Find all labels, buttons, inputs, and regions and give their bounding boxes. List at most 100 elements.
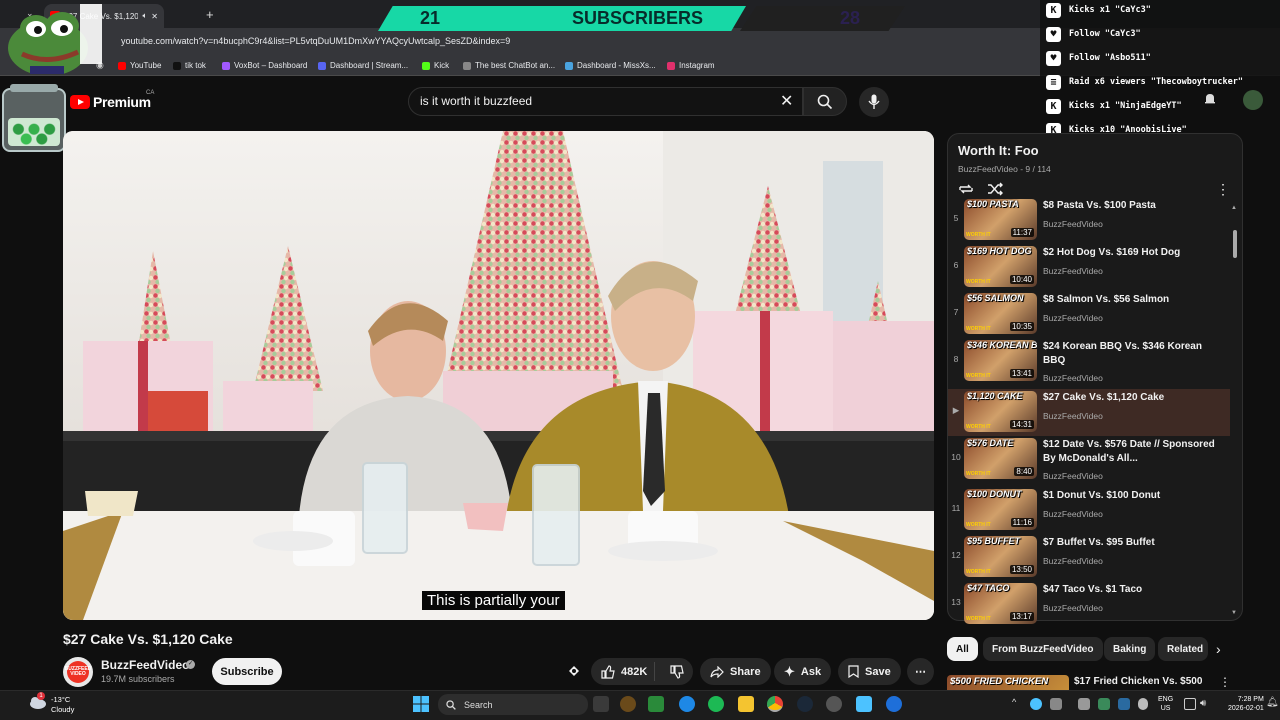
- mute-icon[interactable]: 🔈︎: [142, 11, 147, 21]
- save-button[interactable]: Save: [838, 658, 901, 685]
- filter-chip[interactable]: Baking: [1104, 637, 1156, 661]
- tray-microphone-icon[interactable]: [1138, 698, 1148, 710]
- playlist-item[interactable]: 10 $576 DATE WORTH IT 8:40 $12 Date Vs. $576…: [948, 436, 1230, 483]
- loop-icon[interactable]: [958, 181, 974, 197]
- ask-button[interactable]: ✦ Ask: [774, 658, 832, 685]
- video-player[interactable]: [63, 131, 934, 620]
- playlist-item-title: $2 Hot Dog Vs. $169 Hot Dog: [1043, 247, 1181, 258]
- bookmark-item[interactable]: Dashboard - MissXs...: [565, 61, 656, 70]
- taskbar-search-icon: [446, 699, 456, 710]
- filter-chip[interactable]: All: [947, 637, 978, 661]
- taskbar-clock[interactable]: 7:28 PM 2026-02-01: [1228, 695, 1264, 713]
- wifi-icon[interactable]: [1184, 698, 1196, 710]
- edge-browser-icon[interactable]: [679, 696, 695, 712]
- app-icon[interactable]: [886, 696, 902, 712]
- channel-name[interactable]: BuzzFeedVideo: [101, 658, 189, 672]
- windows-start-icon[interactable]: [413, 696, 429, 712]
- address-bar-url[interactable]: youtube.com/watch?v=n4bucphC9r4&list=PL5…: [121, 36, 510, 46]
- subscribe-button[interactable]: Subscribe: [212, 658, 282, 685]
- playlist-item[interactable]: 6 $169 HOT DOG WORTH IT 10:40 $2 Hot Dog Vs.…: [948, 244, 1230, 291]
- playlist-item[interactable]: 5 $100 PASTA WORTH IT 11:37 $8 Pasta Vs. $10…: [948, 197, 1230, 244]
- like-button[interactable]: 482K: [591, 662, 656, 681]
- scroll-down-icon[interactable]: ▼: [1231, 610, 1237, 616]
- bookmark-label: Dashboard - MissXs...: [577, 61, 656, 70]
- task-view-icon[interactable]: [593, 696, 609, 712]
- input-language[interactable]: ENG US: [1158, 695, 1173, 713]
- playlist-scrollbar[interactable]: [1230, 204, 1238, 618]
- share-label: Share: [730, 665, 761, 678]
- thumbnail-badge: WORTH IT: [966, 522, 991, 528]
- tray-network-icon[interactable]: [1050, 698, 1062, 710]
- playlist-item-channel: BuzzFeedVideo: [1043, 219, 1103, 229]
- stream-event-text: Raid x6 viewers "Thecowboytrucker": [1069, 77, 1243, 87]
- taskbar-search[interactable]: Search: [438, 694, 588, 715]
- shuffle-icon[interactable]: [987, 181, 1003, 197]
- recommended-menu-icon[interactable]: ⋮: [1219, 675, 1231, 689]
- account-avatar[interactable]: [1243, 90, 1263, 110]
- playlist-item[interactable]: 8 $346 KOREAN BBQ WORTH IT 13:41 $24 Korean …: [948, 338, 1230, 385]
- tray-overflow-icon[interactable]: ^: [1012, 697, 1016, 707]
- steam-icon[interactable]: [797, 696, 813, 712]
- bookmark-item[interactable]: The best ChatBot an...: [463, 61, 555, 70]
- new-tab-button[interactable]: +: [206, 7, 214, 22]
- obs-icon[interactable]: [826, 696, 842, 712]
- chrome-icon[interactable]: [767, 696, 783, 712]
- channel-avatar-text: BUZZFEED VIDEO: [65, 661, 91, 683]
- clear-search-icon[interactable]: ✕: [780, 91, 793, 111]
- bookmark-item[interactable]: Instagram: [667, 61, 715, 70]
- playlist-item[interactable]: 11 $100 DONUT WORTH IT 11:16 $1 Donut Vs. $1…: [948, 487, 1230, 534]
- playlist-menu-icon[interactable]: ⋮: [1216, 181, 1230, 198]
- playlist-item[interactable]: 12 $95 BUFFET WORTH IT 13:50 $7 Buffet Vs. $…: [948, 534, 1230, 581]
- playlist-item[interactable]: 7 $56 SALMON WORTH IT 10:35 $8 Salmon Vs. $5…: [948, 291, 1230, 338]
- playlist-item-thumbnail: $100 PASTA WORTH IT 11:37: [964, 199, 1037, 240]
- bookmark-item[interactable]: tik tok: [173, 61, 206, 70]
- playlist-item-channel: BuzzFeedVideo: [1043, 556, 1103, 566]
- voice-search-button[interactable]: [859, 87, 889, 117]
- playlist-scroll-thumb[interactable]: [1233, 230, 1237, 258]
- tray-app-icon-2[interactable]: [1078, 698, 1090, 710]
- wow-app-icon[interactable]: [620, 696, 636, 712]
- share-button[interactable]: Share: [700, 658, 771, 685]
- bookmark-favicon-icon: [667, 61, 675, 70]
- playlist-item[interactable]: ▶ $1,120 CAKE WORTH IT 14:31 $27 Cake Vs. $1…: [948, 389, 1230, 436]
- subscriber-label: SUBSCRIBERS: [571, 8, 704, 28]
- tray-app-icon[interactable]: [1030, 698, 1042, 710]
- channel-avatar[interactable]: BUZZFEED VIDEO: [63, 657, 93, 687]
- search-query[interactable]: is it worth it buzzfeed: [420, 94, 532, 108]
- scroll-up-icon[interactable]: ▲: [1231, 205, 1237, 211]
- bookmark-item[interactable]: VoxBot – Dashboard: [222, 61, 307, 70]
- sparkle-icon: ✦: [784, 663, 795, 679]
- more-actions-button[interactable]: ⋯: [907, 658, 934, 685]
- bookmark-item[interactable]: YouTube: [118, 61, 161, 70]
- xbox-app-icon[interactable]: [648, 696, 664, 712]
- kick-icon: K: [1046, 98, 1061, 114]
- youtube-premium-logo[interactable]: Premium: [70, 94, 151, 110]
- notepad-icon[interactable]: [856, 696, 872, 712]
- language-code: ENG: [1158, 696, 1174, 703]
- playlist-item[interactable]: 13 $47 TACO WORTH IT 13:17 $47 Taco Vs. $1 T…: [948, 581, 1230, 628]
- spotify-icon[interactable]: [708, 696, 724, 712]
- volume-icon[interactable]: 🔊︎: [1200, 698, 1206, 709]
- filter-chip[interactable]: Related: [1158, 637, 1208, 661]
- notifications-icon[interactable]: [1203, 92, 1217, 106]
- notification-center-icon[interactable]: 🔔︎: [1266, 697, 1279, 708]
- bookmark-item[interactable]: Kick: [422, 61, 449, 70]
- like-dislike-pill: 482K: [591, 658, 693, 685]
- file-explorer-icon[interactable]: [738, 696, 754, 712]
- bean-jar-widget: [2, 84, 66, 152]
- playlist-title[interactable]: Worth It: Foo: [958, 143, 1039, 158]
- dislike-button[interactable]: [661, 664, 693, 679]
- bookmark-favicon-icon: [565, 61, 573, 70]
- extension-icon[interactable]: [566, 663, 582, 683]
- tray-app-icon-4[interactable]: [1118, 698, 1130, 710]
- tab-close-icon[interactable]: ✕: [151, 12, 158, 21]
- thumbnail-caption: $47 TACO: [967, 583, 1010, 593]
- kick-icon: K: [1046, 2, 1061, 18]
- bookmark-label: VoxBot – Dashboard: [234, 61, 308, 70]
- tray-app-icon-3[interactable]: [1098, 698, 1110, 710]
- filter-chip[interactable]: From BuzzFeedVideo: [983, 637, 1103, 661]
- chips-next-icon[interactable]: ›: [1216, 641, 1221, 657]
- bookmark-label: tik tok: [185, 61, 206, 70]
- bookmark-item[interactable]: Dashboard | Stream...: [318, 61, 408, 70]
- search-button[interactable]: [803, 87, 847, 116]
